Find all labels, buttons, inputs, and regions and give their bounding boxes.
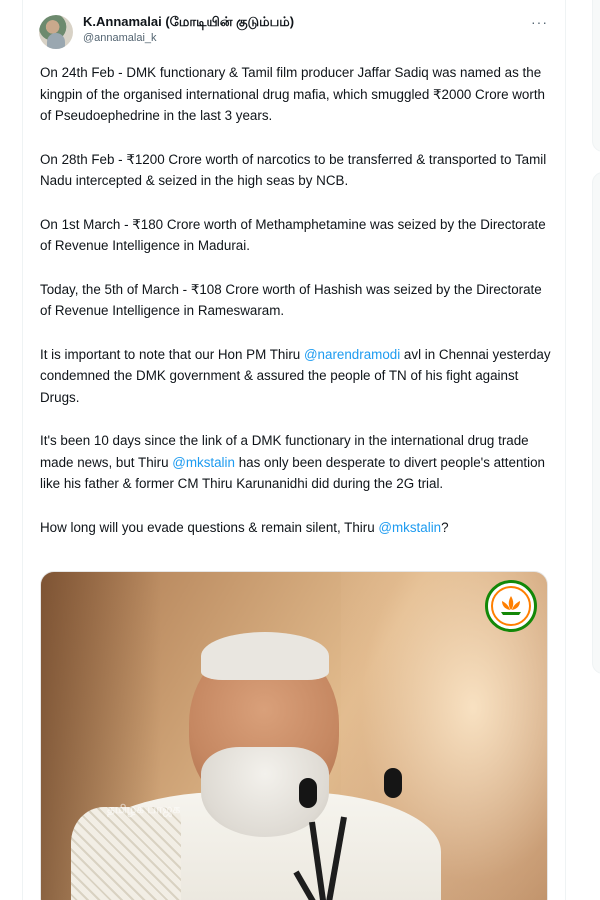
- media-watermark: தமிழக பாஜக: [107, 802, 181, 816]
- tweet-paragraph: How long will you evade questions & rema…: [40, 517, 552, 539]
- bjp-lotus-logo-icon: [485, 580, 537, 632]
- author-names: K.Annamalai (மோடியின் குடும்பம்) @annama…: [83, 13, 294, 45]
- tweet-text-segment: On 1st March - ₹180 Crore worth of Metha…: [40, 216, 546, 254]
- author-display-name[interactable]: K.Annamalai (மோடியின் குடும்பம்): [83, 13, 294, 31]
- tweet-paragraph: It's been 10 days since the link of a DM…: [40, 430, 552, 495]
- author-handle[interactable]: @annamalai_k: [83, 31, 294, 45]
- microphone-icon: [299, 778, 317, 808]
- mention-link[interactable]: @narendramodi: [304, 347, 400, 362]
- profile-avatar[interactable]: [39, 15, 73, 49]
- sidebar-card-bottom: [592, 172, 600, 674]
- tweet-paragraph: On 28th Feb - ₹1200 Crore worth of narco…: [40, 149, 552, 192]
- tweet-text-segment: On 24th Feb - DMK functionary & Tamil fi…: [40, 65, 546, 123]
- tweet-paragraph: On 24th Feb - DMK functionary & Tamil fi…: [40, 62, 552, 127]
- tweet-text-segment: How long will you evade questions & rema…: [40, 519, 379, 535]
- page: K.Annamalai (மோடியின் குடும்பம்) @annama…: [0, 0, 600, 900]
- tweet-media-image[interactable]: தமிழக பாஜக: [40, 571, 548, 900]
- sidebar-card-top: [592, 0, 600, 152]
- tweet-paragraph: On 1st March - ₹180 Crore worth of Metha…: [40, 214, 552, 257]
- tweet-text-segment: ?: [441, 519, 449, 535]
- tweet-text-segment: It is important to note that our Hon PM …: [40, 346, 304, 362]
- speaker-shawl: [71, 807, 181, 900]
- tweet-paragraph: It is important to note that our Hon PM …: [40, 344, 552, 409]
- tweet-header: K.Annamalai (மோடியின் குடும்பம்) @annama…: [36, 10, 556, 50]
- tweet-paragraph: Today, the 5th of March - ₹108 Crore wor…: [40, 279, 552, 322]
- mention-link[interactable]: @mkstalin: [378, 520, 441, 535]
- speaker-hair: [201, 632, 329, 680]
- tweet-text: On 24th Feb - DMK functionary & Tamil fi…: [36, 62, 552, 538]
- timeline-left-border: [22, 0, 23, 900]
- tweet-text-segment: On 28th Feb - ₹1200 Crore worth of narco…: [40, 151, 547, 189]
- lotus-emblem: [491, 586, 531, 626]
- tweet-text-segment: Today, the 5th of March - ₹108 Crore wor…: [40, 281, 542, 319]
- mention-link[interactable]: @mkstalin: [172, 455, 235, 470]
- more-options-button[interactable]: ···: [531, 14, 548, 30]
- microphone-icon: [384, 768, 402, 798]
- timeline-right-border: [565, 0, 566, 900]
- tweet[interactable]: K.Annamalai (மோடியின் குடும்பம்) @annama…: [36, 10, 556, 560]
